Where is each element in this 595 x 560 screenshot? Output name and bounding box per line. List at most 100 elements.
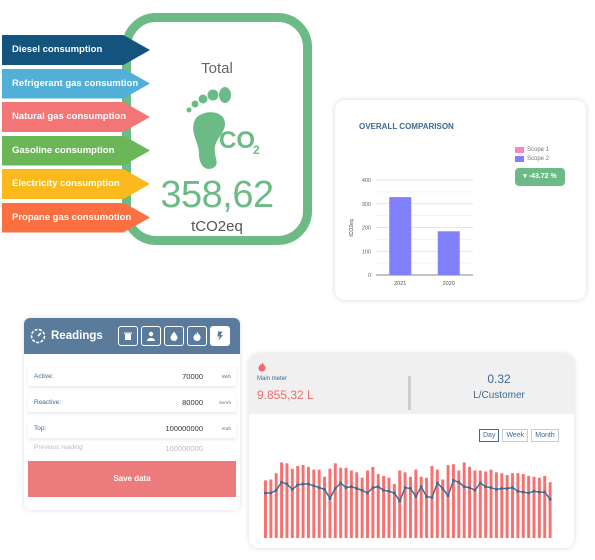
bar — [409, 476, 412, 538]
reading-row-active[interactable]: Active: 70000 kWh — [28, 367, 236, 386]
flame-icon — [258, 362, 266, 372]
reading-label: Active: — [34, 373, 54, 380]
bar — [366, 470, 369, 538]
bar — [349, 470, 353, 538]
reading-label: Reactive: — [34, 399, 62, 406]
data-point — [296, 483, 300, 487]
bar — [437, 231, 460, 275]
data-point — [263, 491, 267, 495]
bar — [328, 468, 332, 538]
data-point — [290, 487, 294, 491]
data-point — [521, 490, 525, 494]
previous-reading-value: 100000000 — [165, 444, 203, 453]
bar — [403, 472, 407, 538]
data-point — [382, 488, 386, 492]
bar — [306, 466, 310, 538]
y-tick-label: 300 — [362, 202, 371, 208]
data-point — [376, 485, 380, 489]
bar — [425, 477, 429, 538]
category-label: Diesel consumption — [12, 44, 103, 55]
bar — [494, 472, 498, 538]
category-natural-gas[interactable]: Natural gas consumption — [2, 102, 150, 132]
data-point — [280, 480, 284, 484]
data-point — [500, 487, 504, 490]
bar — [500, 473, 504, 538]
bar — [484, 471, 488, 538]
data-point — [355, 487, 359, 490]
category-propane-gas[interactable]: Propane gas consumotion — [2, 202, 150, 233]
data-point — [349, 485, 353, 489]
data-point — [317, 486, 321, 490]
data-point — [312, 484, 316, 488]
data-point — [339, 481, 343, 485]
data-point — [371, 486, 375, 490]
bar — [269, 479, 273, 538]
bar — [301, 465, 305, 538]
reading-value[interactable]: 100000000 — [165, 419, 203, 438]
main-meter-card: Main meter 9.855,32 L 0.32 L/Customer Da… — [249, 354, 574, 548]
x-tick-label: 2021 — [394, 281, 406, 287]
reading-row-reactive[interactable]: Reactive: 80000 kvArh — [28, 393, 236, 412]
category-electricity[interactable]: Electricity consumption — [2, 169, 150, 199]
data-point — [408, 487, 412, 490]
meter-consumption-chart — [263, 462, 552, 538]
category-label: Gasoline consumption — [12, 144, 115, 156]
category-refrigerant-gas[interactable]: Refrigerant gas consumtion — [2, 68, 150, 99]
category-diesel[interactable]: Diesel consumption — [2, 35, 150, 65]
reading-unit: kWh — [222, 374, 231, 379]
data-point — [484, 485, 488, 489]
tab-gas[interactable] — [186, 326, 207, 346]
data-point — [489, 486, 493, 490]
co2-subscript: 2 — [253, 143, 260, 157]
bar — [323, 476, 327, 538]
legend-swatch — [515, 146, 524, 153]
bar — [435, 469, 439, 538]
bar — [548, 482, 552, 538]
bar — [344, 467, 348, 538]
previous-reading-label: Previous reading — [34, 444, 83, 451]
period-day-button[interactable]: Day — [479, 429, 500, 442]
legend-swatch — [515, 155, 524, 162]
total-unit: tCO2eq — [191, 218, 243, 235]
data-point — [446, 494, 450, 498]
bar — [285, 463, 289, 538]
reading-value[interactable]: 70000 — [182, 367, 203, 386]
bar — [478, 470, 482, 538]
y-axis-label: tCO2eq — [349, 219, 355, 236]
data-point — [387, 489, 391, 493]
bar — [389, 197, 412, 275]
tab-water[interactable] — [163, 326, 184, 346]
data-point — [333, 487, 337, 490]
category-gasoline[interactable]: Gasoline consumption — [2, 135, 150, 166]
tab-people[interactable] — [140, 326, 161, 346]
data-point — [548, 497, 552, 501]
save-data-button[interactable]: Save data — [28, 461, 236, 497]
data-point — [543, 490, 547, 494]
data-point — [360, 488, 364, 492]
bar — [505, 475, 509, 538]
period-month-button[interactable]: Month — [531, 429, 559, 442]
readings-tabs — [117, 326, 230, 346]
bar — [468, 466, 472, 538]
tab-electricity[interactable] — [209, 326, 230, 346]
reading-value[interactable]: 80000 — [182, 393, 203, 412]
total-label: Total — [201, 60, 233, 77]
y-tick-label: 400 — [362, 178, 371, 184]
legend-item-scope-2: Scope 2 — [515, 154, 549, 163]
data-point — [516, 489, 520, 493]
data-point — [478, 481, 482, 485]
data-point — [398, 499, 402, 503]
divider — [408, 376, 411, 410]
category-list: Diesel consumption Refrigerant gas consu… — [2, 35, 150, 236]
reading-row-top[interactable]: Top: 100000000 Kwh — [28, 419, 236, 438]
user-icon — [146, 331, 155, 341]
bar — [360, 477, 364, 538]
category-label: Electricity consumption — [12, 178, 120, 189]
data-point — [441, 487, 445, 490]
readings-card: Readings Active: 70000 kWh Reactive: 80000 k… — [24, 318, 240, 510]
overall-comparison-card: OVERALL COMPARISON Scope 1 Scope 2 ▾ -43… — [335, 100, 586, 300]
data-point — [425, 495, 429, 499]
period-week-button[interactable]: Week — [502, 429, 529, 442]
data-point — [274, 488, 278, 492]
tab-waste[interactable] — [117, 326, 138, 346]
